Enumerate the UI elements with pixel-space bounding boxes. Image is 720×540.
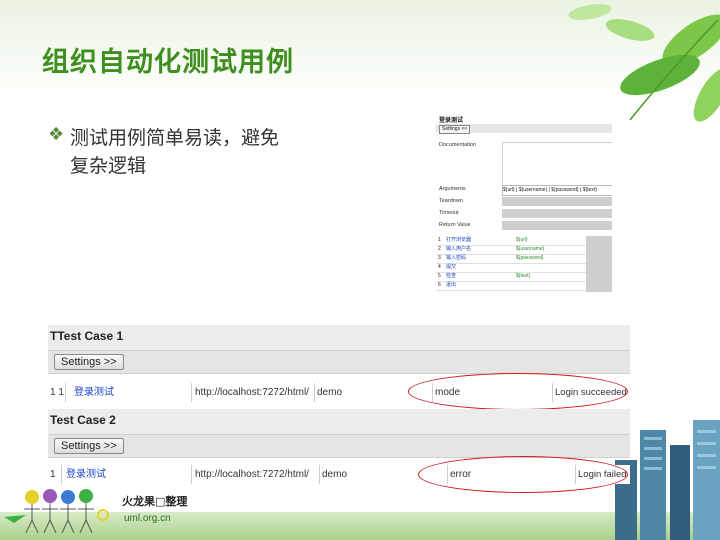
ride-step-number: 4 — [438, 264, 441, 270]
highlight-oval-1 — [408, 373, 628, 410]
watermark-url: uml.org.cn — [124, 513, 171, 524]
documentation-field[interactable] — [502, 142, 612, 188]
url-cell[interactable]: http://localhost:7272/html/ — [193, 465, 320, 484]
test-case-1-header: TTest Case 1 — [48, 325, 630, 350]
return-value-label: Return Value — [439, 222, 471, 228]
stick-figures-logo-icon — [4, 489, 109, 534]
bullet-text-line-2: 复杂逻辑 — [70, 155, 147, 177]
ride-step-keyword[interactable]: 提交 — [446, 263, 456, 272]
ride-step-number: 3 — [438, 255, 441, 261]
ride-step-keyword[interactable]: 打开浏览器 — [446, 236, 471, 245]
ride-step-row: 6 退出 — [436, 281, 586, 291]
ride-step-keyword[interactable]: 输入用户名 — [446, 245, 471, 254]
keyword-cell[interactable]: 登录测试 — [64, 465, 192, 484]
teardown-field[interactable] — [502, 197, 612, 206]
test-case-2-settings-bar: Settings >> — [48, 434, 630, 458]
arguments-label: Arguments — [439, 186, 466, 192]
ride-step-argument[interactable]: ${username} — [516, 245, 544, 254]
slide-title: 组织自动化测试用例 — [42, 47, 294, 77]
watermark-text: 火龙果□整理 — [122, 495, 188, 508]
ride-step-number: 1 — [438, 237, 441, 243]
arguments-field[interactable]: ${url} | ${username} | ${password} | ${t… — [502, 185, 612, 196]
ride-step-keyword[interactable]: 退出 — [446, 281, 456, 290]
bullet-diamond-icon: ❖ — [48, 124, 65, 145]
keyword-name: 登录测试 — [439, 118, 464, 124]
row-number: 1 1 — [48, 383, 66, 402]
row-number: 1 — [48, 465, 62, 484]
url-cell[interactable]: http://localhost:7272/html/ — [193, 383, 315, 402]
ride-settings-button[interactable]: Settings << — [439, 125, 471, 134]
ride-step-number: 5 — [438, 273, 441, 279]
test-case-2-header: Test Case 2 — [48, 409, 630, 434]
ride-step-keyword[interactable]: 输入密码 — [446, 254, 466, 263]
return-value-field[interactable] — [502, 221, 612, 230]
teardown-label: Teardown — [439, 198, 463, 204]
ride-step-number: 6 — [438, 282, 441, 288]
ride-step-argument[interactable]: ${text} — [516, 272, 530, 281]
ride-step-argument[interactable]: ${url} — [516, 236, 528, 245]
test-case-2-settings-button[interactable]: Settings >> — [54, 438, 124, 454]
bullet-text-line-1: 测试用例简单易读，避免 — [70, 127, 280, 149]
test-case-1-settings-button[interactable]: Settings >> — [54, 354, 124, 370]
steps-grid-grey-area — [586, 236, 612, 292]
timeout-field[interactable] — [502, 209, 612, 218]
ride-step-argument[interactable]: ${password} — [516, 254, 544, 263]
ride-keyword-editor: 登录测试 Settings << Documentation Arguments… — [436, 112, 612, 292]
documentation-label: Documentation — [439, 142, 476, 148]
ride-step-number: 2 — [438, 246, 441, 252]
ride-step-keyword[interactable]: 检查 — [446, 272, 456, 281]
timeout-label: Timeout — [439, 210, 459, 216]
highlight-oval-2 — [418, 456, 628, 493]
test-case-1-title: TTest Case 1 — [50, 329, 124, 343]
keyword-cell[interactable]: 登录测试 — [72, 383, 192, 402]
test-case-2-title: Test Case 2 — [50, 413, 116, 427]
test-case-1-settings-bar: Settings >> — [48, 350, 630, 374]
